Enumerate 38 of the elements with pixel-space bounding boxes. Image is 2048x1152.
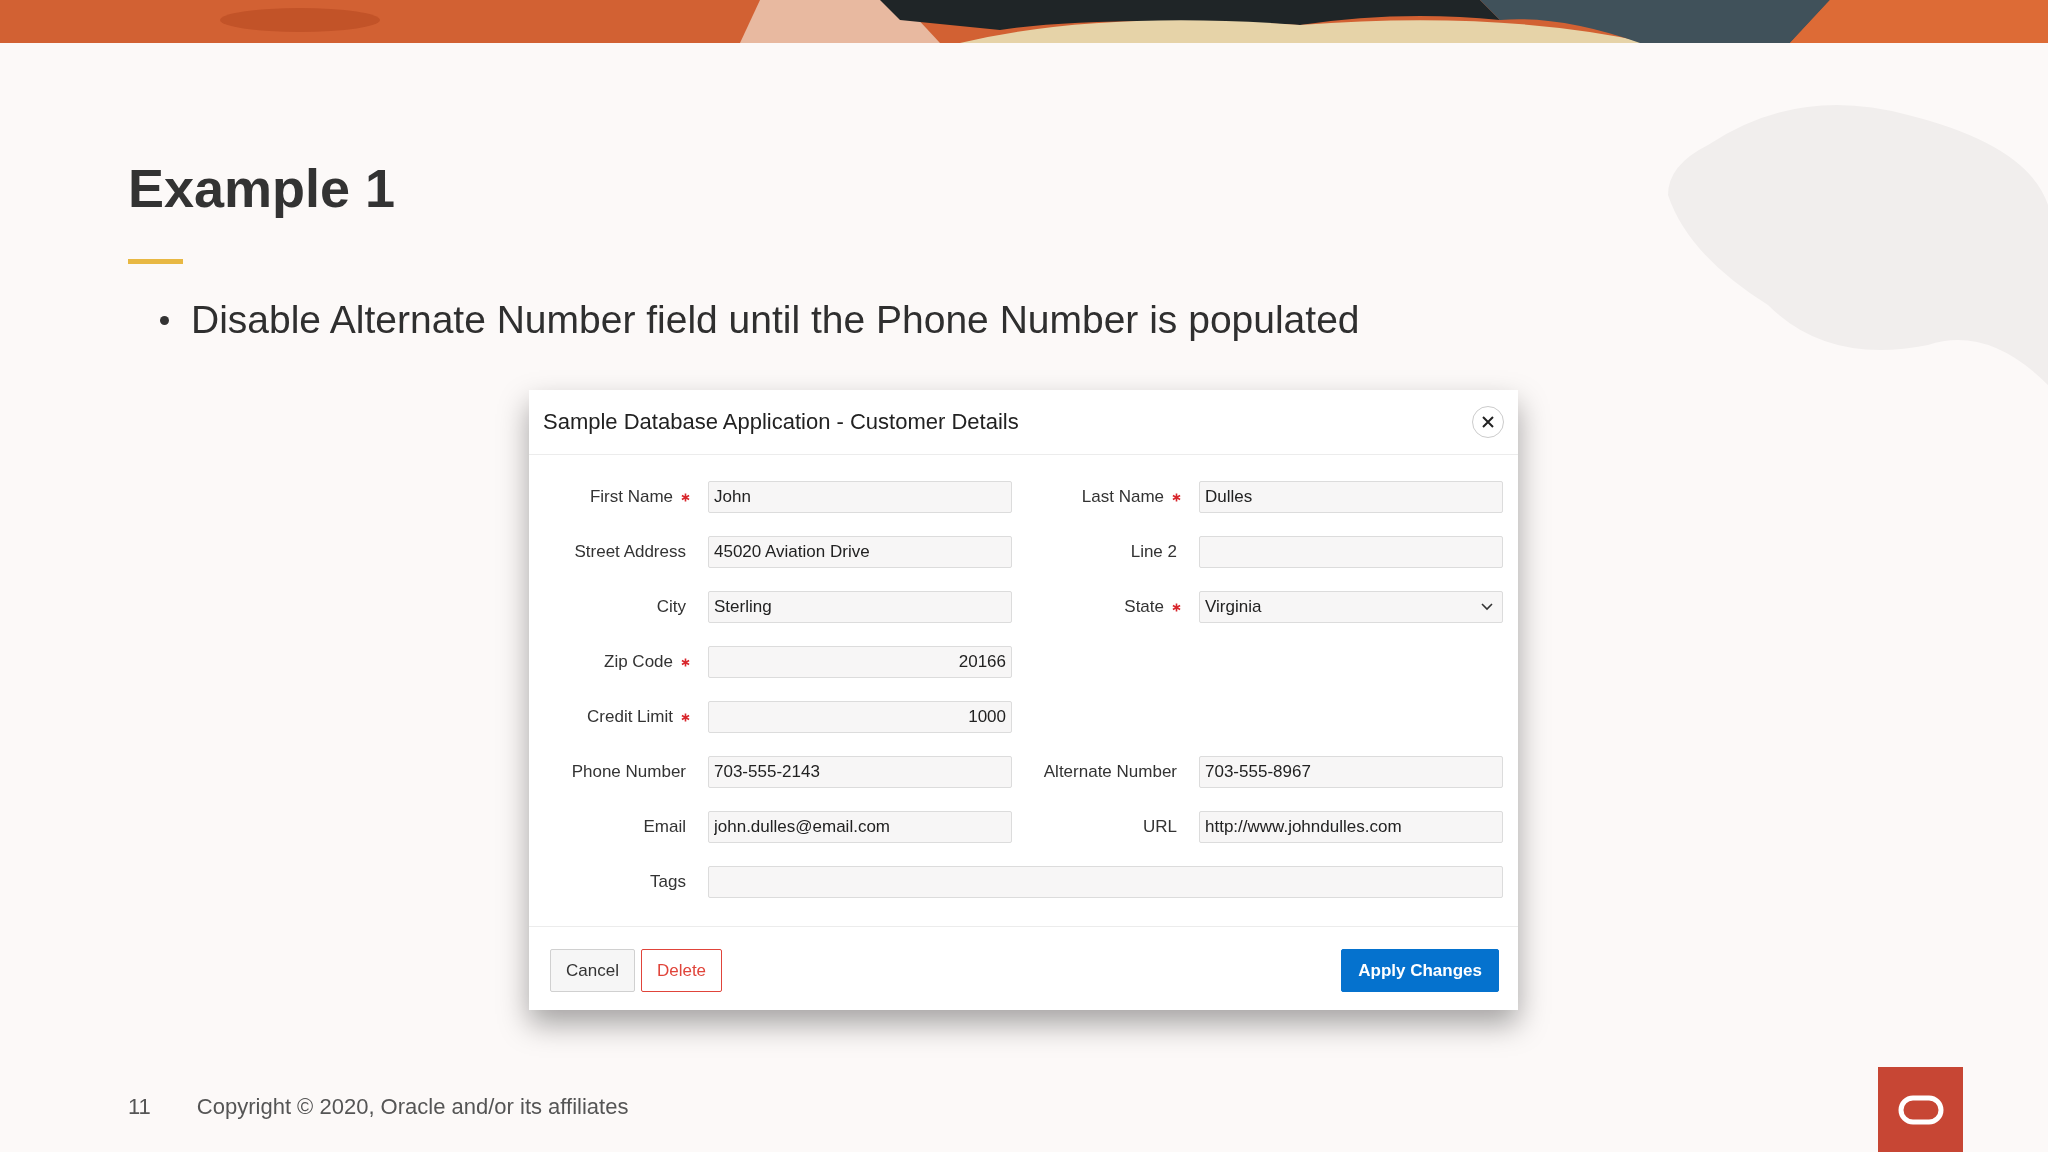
field-label: Alternate Number	[1043, 762, 1177, 782]
input-field[interactable]: http://www.johndulles.com	[1199, 811, 1503, 843]
copyright-text: Copyright © 2020, Oracle and/or its affiliates	[196, 1094, 629, 1120]
page-number: 11	[128, 1094, 151, 1120]
field-label: State	[1124, 597, 1164, 617]
input-field[interactable]	[708, 866, 1503, 898]
delete-button[interactable]: Delete	[640, 949, 723, 992]
chevron-down-icon	[1480, 602, 1494, 612]
field-label: Zip Code	[604, 652, 673, 672]
input-field[interactable]: 703-555-8967	[1199, 756, 1503, 788]
apply-button[interactable]: Apply Changes	[1341, 949, 1499, 992]
field-label: Line 2	[1130, 542, 1177, 562]
dialog-title: Sample Database Application - Customer Details	[543, 409, 1019, 435]
select-value: Virginia	[1205, 597, 1262, 617]
input-field[interactable]: 20166	[708, 646, 1012, 678]
field-label: Last Name	[1081, 487, 1164, 507]
field-label: Phone Number	[571, 762, 686, 782]
input-field[interactable]: 45020 Aviation Drive	[708, 536, 1012, 568]
field-label: First Name	[589, 487, 673, 507]
field-label: URL	[1143, 817, 1177, 837]
bullet-icon	[160, 315, 169, 325]
field-label: Street Address	[574, 542, 686, 562]
input-field[interactable]: john.dulles@email.com	[708, 811, 1012, 843]
input-field[interactable]	[1199, 536, 1503, 568]
input-field[interactable]: 1000	[708, 701, 1012, 733]
input-field[interactable]: 703-555-2143	[708, 756, 1012, 788]
field-label: City	[656, 597, 686, 617]
cancel-button[interactable]: Cancel	[550, 949, 635, 992]
field-label: Email	[643, 817, 686, 837]
bullet-text: Disable Alternate Number field until the Phone Number is populated	[191, 298, 1360, 342]
select-field[interactable]: Virginia	[1199, 591, 1503, 623]
field-label: Tags	[650, 872, 686, 892]
input-field[interactable]: John	[708, 481, 1012, 513]
close-icon	[1481, 415, 1495, 429]
input-field[interactable]: Sterling	[708, 591, 1012, 623]
input-field[interactable]: Dulles	[1199, 481, 1503, 513]
field-label: Credit Limit	[587, 707, 673, 727]
close-button[interactable]	[1472, 406, 1504, 438]
